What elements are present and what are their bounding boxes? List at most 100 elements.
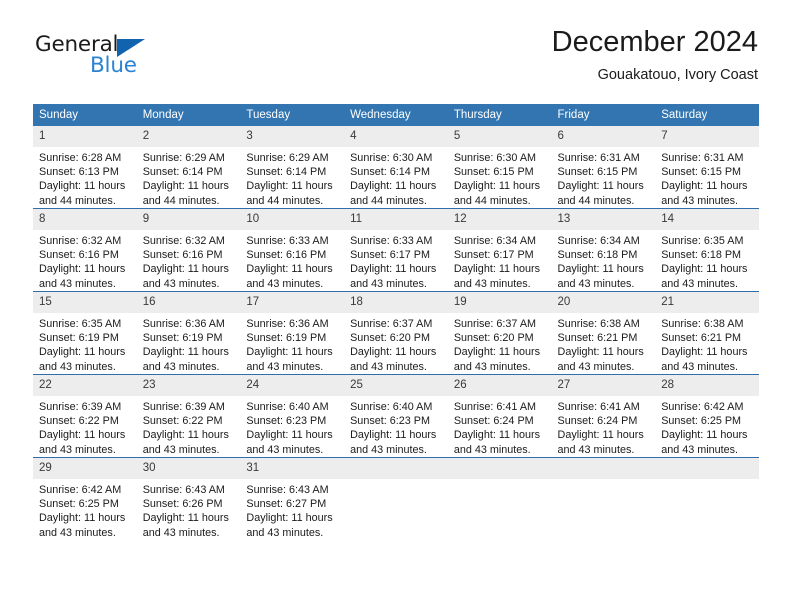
daylight-duration-line1: Daylight: 11 hours — [246, 346, 333, 359]
day-number: 21 — [655, 292, 759, 313]
daylight-duration-line1: Daylight: 11 hours — [661, 346, 748, 359]
daylight-duration-line2: and 44 minutes. — [39, 194, 116, 207]
sunrise-time: Sunrise: 6:31 AM — [661, 152, 744, 164]
sunset-time: Sunset: 6:24 PM — [453, 415, 534, 428]
sunset-time: Sunset: 6:13 PM — [39, 166, 119, 179]
day-number: 11 — [344, 209, 448, 230]
daylight-duration-line2: and 43 minutes. — [246, 526, 324, 539]
day-cell[interactable]: 28 Sunrise: 6:42 AM Sunset: 6:25 PM Dayligh… — [655, 375, 759, 457]
daylight-duration-line1: Daylight: 11 hours — [661, 180, 748, 193]
day-details: Sunrise: 6:37 AM Sunset: 6:20 PM Daylight:… — [448, 313, 552, 374]
day-number: 4 — [344, 126, 448, 147]
daylight-duration-line1: Daylight: 11 hours — [557, 180, 644, 193]
calendar-cell: 27 Sunrise: 6:41 AM Sunset: 6:24 PM Dayligh… — [551, 375, 656, 457]
day-details: Sunrise: 6:28 AM Sunset: 6:13 PM Daylight:… — [33, 147, 137, 208]
daylight-duration-line2: and 43 minutes. — [557, 443, 635, 456]
day-number — [447, 458, 552, 479]
day-cell[interactable]: 29 Sunrise: 6:42 AM Sunset: 6:25 PM Dayligh… — [33, 458, 137, 540]
daylight-duration-line2: and 44 minutes. — [142, 194, 220, 207]
day-cell[interactable]: 17 Sunrise: 6:36 AM Sunset: 6:19 PM Dayligh… — [240, 292, 345, 374]
daylight-duration-line1: Daylight: 11 hours — [142, 346, 229, 359]
sunrise-time: Sunrise: 6:34 AM — [557, 235, 640, 247]
day-cell[interactable]: 11 Sunrise: 6:33 AM Sunset: 6:17 PM Dayligh… — [344, 209, 448, 291]
day-cell[interactable]: 21 Sunrise: 6:38 AM Sunset: 6:21 PM Dayligh… — [655, 292, 759, 374]
weekday-header-tuesday: Tuesday — [240, 104, 345, 126]
sunset-time: Sunset: 6:26 PM — [142, 498, 223, 511]
day-cell[interactable]: 6 Sunrise: 6:31 AM Sunset: 6:15 PM Daylight… — [551, 126, 656, 208]
daylight-duration-line2: and 43 minutes. — [557, 360, 635, 373]
daylight-duration-line2: and 43 minutes. — [246, 277, 324, 290]
day-cell[interactable]: 27 Sunrise: 6:41 AM Sunset: 6:24 PM Dayligh… — [551, 375, 656, 457]
sunset-time: Sunset: 6:15 PM — [453, 166, 534, 179]
day-cell[interactable]: 18 Sunrise: 6:37 AM Sunset: 6:20 PM Dayligh… — [344, 292, 448, 374]
day-details: Sunrise: 6:36 AM Sunset: 6:19 PM Daylight:… — [137, 313, 241, 374]
calendar-cell: 24 Sunrise: 6:40 AM Sunset: 6:23 PM Dayligh… — [240, 375, 345, 457]
calendar-cell: 20 Sunrise: 6:38 AM Sunset: 6:21 PM Dayligh… — [551, 292, 656, 374]
sunset-time: Sunset: 6:14 PM — [142, 166, 223, 179]
day-cell[interactable]: 19 Sunrise: 6:37 AM Sunset: 6:20 PM Dayligh… — [447, 292, 552, 374]
daylight-duration-line2: and 43 minutes. — [661, 360, 739, 373]
day-cell[interactable]: 16 Sunrise: 6:36 AM Sunset: 6:19 PM Dayligh… — [136, 292, 241, 374]
daylight-duration-line1: Daylight: 11 hours — [661, 429, 748, 442]
sunrise-time: Sunrise: 6:43 AM — [142, 484, 225, 496]
daylight-duration-line1: Daylight: 11 hours — [453, 346, 541, 359]
calendar-cell: 18 Sunrise: 6:37 AM Sunset: 6:20 PM Dayligh… — [344, 292, 448, 374]
sunrise-time: Sunrise: 6:36 AM — [142, 318, 225, 330]
day-cell[interactable]: 3 Sunrise: 6:29 AM Sunset: 6:14 PM Daylight… — [240, 126, 345, 208]
day-cell[interactable]: 7 Sunrise: 6:31 AM Sunset: 6:15 PM Daylight… — [655, 126, 759, 208]
day-details: Sunrise: 6:38 AM Sunset: 6:21 PM Daylight:… — [552, 313, 656, 374]
daylight-duration-line2: and 43 minutes. — [453, 360, 531, 373]
day-cell[interactable]: 8 Sunrise: 6:32 AM Sunset: 6:16 PM Daylight… — [33, 209, 137, 291]
day-cell[interactable]: 13 Sunrise: 6:34 AM Sunset: 6:18 PM Dayligh… — [551, 209, 656, 291]
day-number — [344, 458, 448, 479]
day-details: Sunrise: 6:31 AM Sunset: 6:15 PM Daylight:… — [552, 147, 656, 208]
day-cell[interactable]: 14 Sunrise: 6:35 AM Sunset: 6:18 PM Dayligh… — [655, 209, 759, 291]
daylight-duration-line2: and 43 minutes. — [557, 277, 635, 290]
day-number: 26 — [447, 375, 552, 396]
calendar-table: Sunday Monday Tuesday Wednesday Thursday… — [33, 104, 759, 540]
day-cell[interactable]: 30 Sunrise: 6:43 AM Sunset: 6:26 PM Dayligh… — [136, 458, 241, 540]
sunset-time: Sunset: 6:25 PM — [661, 415, 742, 428]
sunset-time: Sunset: 6:21 PM — [557, 332, 638, 345]
day-number: 22 — [33, 375, 137, 396]
sunset-time: Sunset: 6:19 PM — [39, 332, 119, 345]
day-cell[interactable]: 10 Sunrise: 6:33 AM Sunset: 6:16 PM Dayligh… — [240, 209, 345, 291]
day-cell[interactable]: 9 Sunrise: 6:32 AM Sunset: 6:16 PM Daylight… — [136, 209, 241, 291]
day-cell[interactable]: 25 Sunrise: 6:40 AM Sunset: 6:23 PM Dayligh… — [344, 375, 448, 457]
sunrise-time: Sunrise: 6:29 AM — [142, 152, 225, 164]
day-cell[interactable]: 5 Sunrise: 6:30 AM Sunset: 6:15 PM Daylight… — [447, 126, 552, 208]
day-details: Sunrise: 6:41 AM Sunset: 6:24 PM Daylight:… — [448, 396, 552, 457]
day-cell[interactable]: 20 Sunrise: 6:38 AM Sunset: 6:21 PM Dayligh… — [551, 292, 656, 374]
day-cell[interactable]: 15 Sunrise: 6:35 AM Sunset: 6:19 PM Dayligh… — [33, 292, 137, 374]
day-cell[interactable]: 12 Sunrise: 6:34 AM Sunset: 6:17 PM Dayligh… — [447, 209, 552, 291]
calendar-cell: 22 Sunrise: 6:39 AM Sunset: 6:22 PM Dayligh… — [33, 375, 137, 457]
day-cell[interactable]: 22 Sunrise: 6:39 AM Sunset: 6:22 PM Dayligh… — [33, 375, 137, 457]
day-number: 16 — [136, 292, 241, 313]
calendar-cell: 23 Sunrise: 6:39 AM Sunset: 6:22 PM Dayligh… — [136, 375, 241, 457]
daylight-duration-line1: Daylight: 11 hours — [142, 263, 229, 276]
daylight-duration-line1: Daylight: 11 hours — [453, 429, 541, 442]
sunset-time: Sunset: 6:20 PM — [453, 332, 534, 345]
day-details: Sunrise: 6:38 AM Sunset: 6:21 PM Daylight:… — [655, 313, 759, 374]
day-details: Sunrise: 6:29 AM Sunset: 6:14 PM Daylight:… — [137, 147, 241, 208]
day-number: 12 — [447, 209, 552, 230]
day-cell[interactable]: 26 Sunrise: 6:41 AM Sunset: 6:24 PM Dayligh… — [447, 375, 552, 457]
day-details: Sunrise: 6:33 AM Sunset: 6:17 PM Daylight:… — [344, 230, 448, 291]
calendar-cell: 1 Sunrise: 6:28 AM Sunset: 6:13 PM Daylight… — [33, 126, 137, 208]
day-cell[interactable]: 1 Sunrise: 6:28 AM Sunset: 6:13 PM Daylight… — [33, 126, 137, 208]
day-cell[interactable]: 23 Sunrise: 6:39 AM Sunset: 6:22 PM Dayligh… — [136, 375, 241, 457]
sunset-time: Sunset: 6:16 PM — [39, 249, 119, 262]
daylight-duration-line1: Daylight: 11 hours — [142, 429, 229, 442]
calendar-cell: 7 Sunrise: 6:31 AM Sunset: 6:15 PM Daylight… — [655, 126, 759, 208]
day-number: 17 — [240, 292, 345, 313]
daylight-duration-line1: Daylight: 11 hours — [39, 180, 126, 193]
sunrise-time: Sunrise: 6:43 AM — [246, 484, 329, 496]
day-cell[interactable]: 2 Sunrise: 6:29 AM Sunset: 6:14 PM Daylight… — [136, 126, 241, 208]
day-cell[interactable]: 24 Sunrise: 6:40 AM Sunset: 6:23 PM Dayligh… — [240, 375, 345, 457]
generalblue-logo[interactable]: General Blue — [33, 34, 233, 90]
daylight-duration-line1: Daylight: 11 hours — [350, 346, 437, 359]
day-cell[interactable]: 4 Sunrise: 6:30 AM Sunset: 6:14 PM Daylight… — [344, 126, 448, 208]
day-cell[interactable]: 31 Sunrise: 6:43 AM Sunset: 6:27 PM Dayligh… — [240, 458, 345, 540]
sunrise-time: Sunrise: 6:34 AM — [453, 235, 537, 247]
calendar-cell: 14 Sunrise: 6:35 AM Sunset: 6:18 PM Dayligh… — [655, 209, 759, 291]
